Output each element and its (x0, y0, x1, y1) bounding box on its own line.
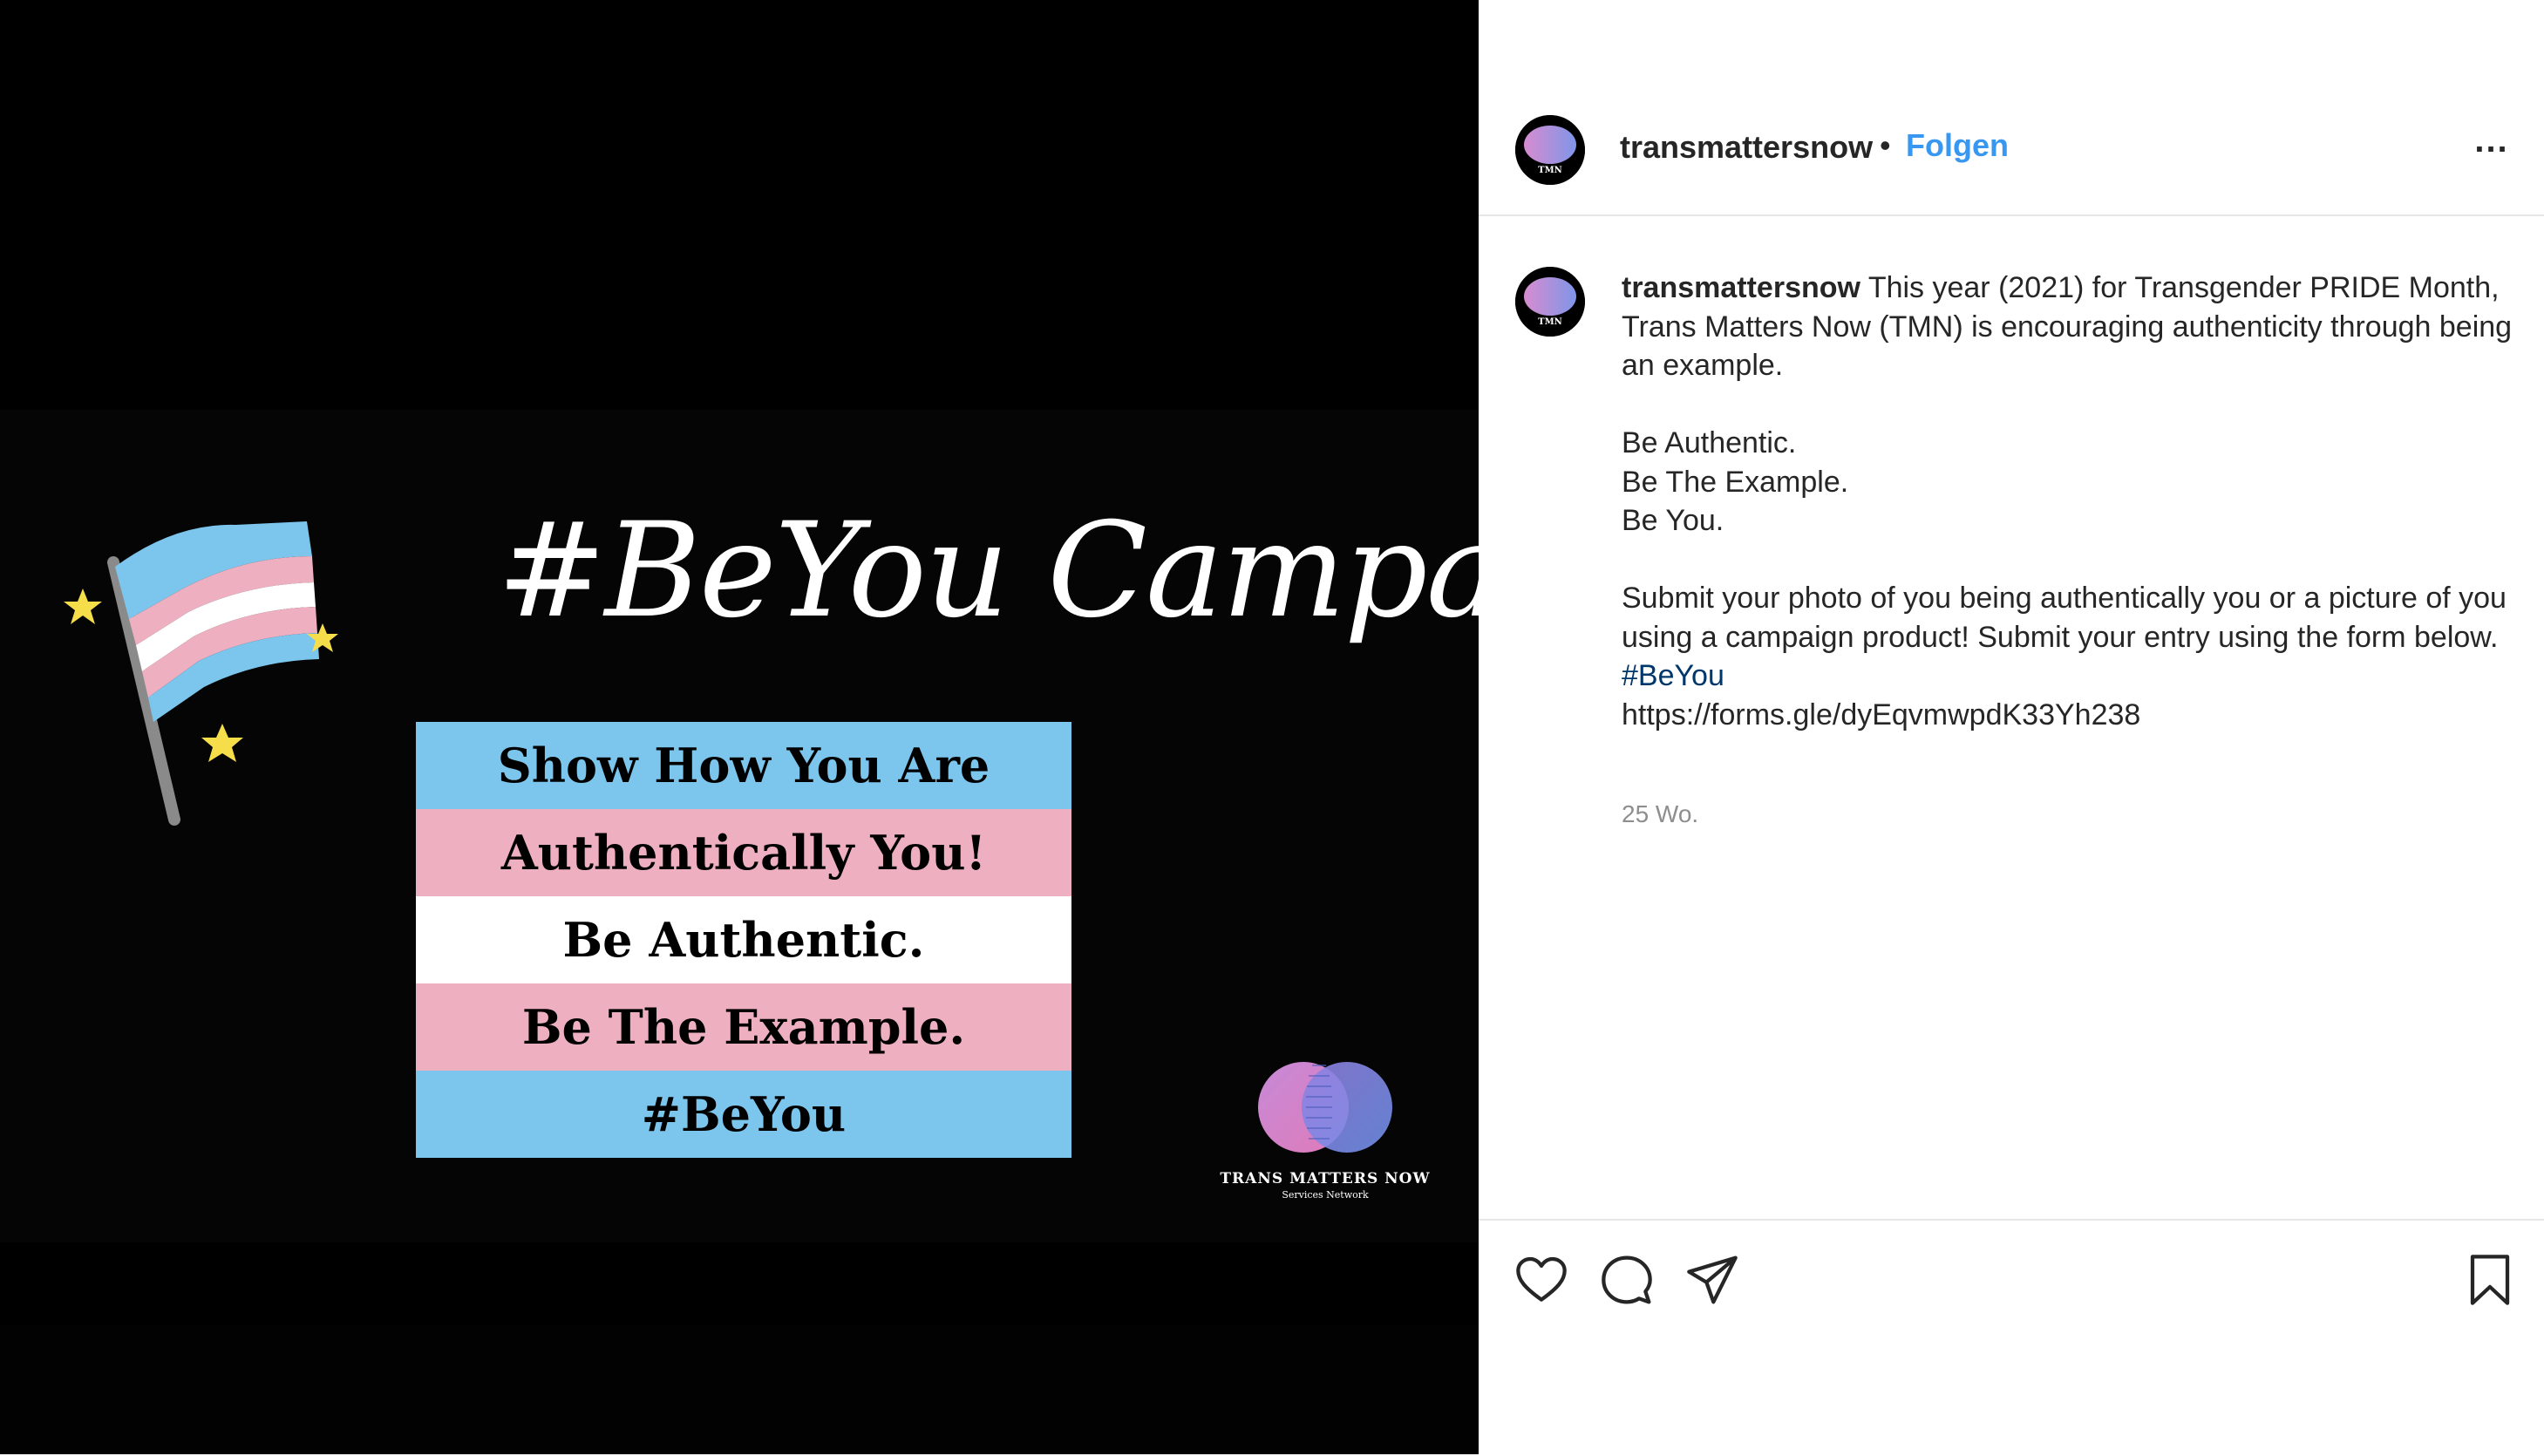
header-username[interactable]: transmattersnow (1620, 129, 1873, 166)
svg-text:TMN: TMN (1538, 317, 1562, 327)
action-bar (1479, 1219, 2544, 1456)
caption-submit: Submit your photo of you being authentic… (1622, 582, 2507, 654)
tmn-circles-icon (1258, 1062, 1392, 1153)
separator-dot: • (1880, 127, 1891, 163)
post-header: TMN transmattersnow • Folgen ... (1479, 87, 2544, 216)
campaign-stripes: Show How You Are Authentically You! Be A… (416, 722, 1071, 1158)
caption-avatar[interactable]: TMN (1515, 267, 1585, 337)
post-caption: transmattersnow This year (2021) for Tra… (1622, 269, 2520, 734)
trans-flag-icon (52, 506, 349, 837)
more-options-icon[interactable]: ... (2466, 123, 2518, 162)
stripe-text: #BeYou (416, 1071, 1071, 1158)
form-link[interactable]: https://forms.gle/dyEqvmwpdK33Yh238 (1622, 696, 2520, 735)
heart-icon[interactable] (1513, 1252, 1569, 1308)
post-sidebar: TMN transmattersnow • Folgen ... TMN tra… (1479, 0, 2544, 1454)
hashtag-link[interactable]: #BeYou (1622, 659, 1724, 692)
follow-button[interactable]: Folgen (1906, 127, 2009, 164)
comment-icon[interactable] (1599, 1252, 1655, 1308)
stripe-text: Show How You Are (416, 722, 1071, 809)
logo-subtitle: Services Network (1282, 1189, 1369, 1201)
campaign-title: #BeYou Campaign (497, 495, 1479, 647)
stripe-text: Be The Example. (416, 983, 1071, 1071)
avatar[interactable]: TMN (1515, 115, 1585, 185)
bookmark-icon[interactable] (2462, 1252, 2518, 1308)
caption-line: Be You. (1622, 504, 1724, 537)
stripe-text: Authentically You! (416, 809, 1071, 896)
paper-plane-icon[interactable] (1684, 1252, 1740, 1308)
post-timestamp[interactable]: 25 Wo. (1622, 800, 1698, 828)
caption-username[interactable]: transmattersnow (1622, 271, 1860, 304)
tmn-logo: TRANS MATTERS NOW Services Network (1203, 1055, 1447, 1212)
caption-line: Be Authentic. (1622, 426, 1797, 459)
logo-name: TRANS MATTERS NOW (1220, 1170, 1431, 1187)
svg-text:TMN: TMN (1538, 166, 1562, 175)
post-image[interactable]: #BeYou Campaign Show How You Are Authent… (0, 0, 1479, 1454)
caption-line: Be The Example. (1622, 465, 1849, 499)
stripe-text: Be Authentic. (416, 896, 1071, 983)
image-bottom-bar (0, 1325, 1479, 1454)
